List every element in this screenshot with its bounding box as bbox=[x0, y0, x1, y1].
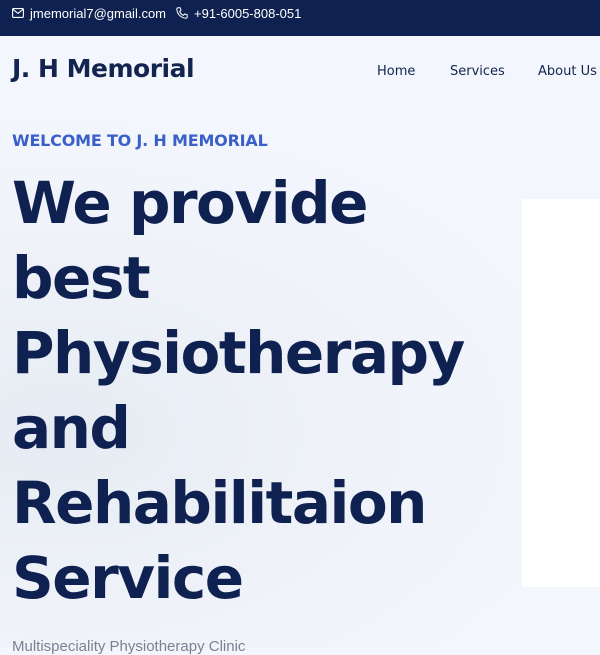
site-logo[interactable]: J. H Memorial bbox=[12, 54, 195, 83]
nav-services[interactable]: Services bbox=[450, 64, 505, 79]
hero-headline-line: We provide bbox=[12, 169, 368, 237]
welcome-tagline: WELCOME TO J. H MEMORIAL bbox=[12, 131, 268, 150]
hero-subtitle: Multispeciality Physiotherapy Clinic bbox=[12, 638, 246, 655]
hero-headline-line: Rehabilitaion bbox=[12, 469, 427, 537]
top-contact-bar: jmemorial7@gmail.com +91-6005-808-051 bbox=[0, 0, 600, 36]
mail-icon bbox=[12, 8, 24, 18]
hero-headline-line: and bbox=[12, 394, 131, 462]
phone-contact[interactable]: +91-6005-808-051 bbox=[176, 0, 301, 26]
site-header: J. H Memorial Home Services About Us bbox=[0, 36, 600, 110]
hero-headline-line: Physiotherapy bbox=[12, 319, 465, 387]
nav-about-us[interactable]: About Us bbox=[538, 64, 597, 79]
hero-headline-line: Service bbox=[12, 544, 244, 612]
phone-number[interactable]: +91-6005-808-051 bbox=[194, 6, 301, 21]
hero-headline-line: best bbox=[12, 244, 151, 312]
nav-home[interactable]: Home bbox=[377, 64, 415, 79]
hero-image-panel bbox=[522, 199, 600, 587]
email-contact[interactable]: jmemorial7@gmail.com bbox=[12, 0, 166, 26]
phone-icon bbox=[176, 7, 188, 19]
email-address[interactable]: jmemorial7@gmail.com bbox=[30, 6, 166, 21]
